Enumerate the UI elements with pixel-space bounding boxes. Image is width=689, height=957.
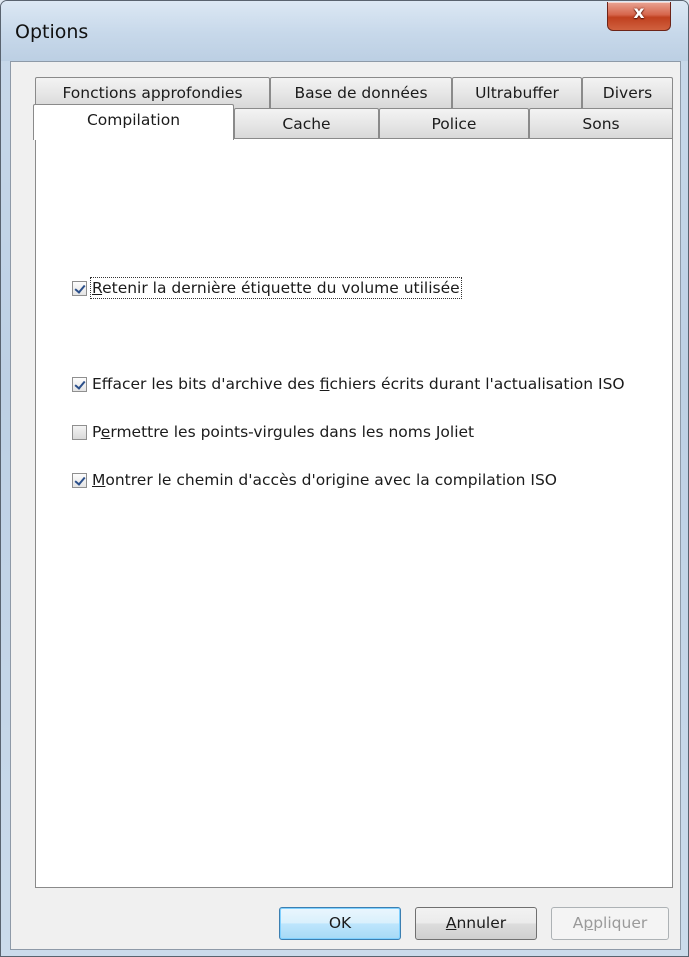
checkbox-effacer-bits-archive[interactable] [72,376,87,392]
dialog-client-area: Fonctions approfondies Base de données U… [10,61,681,950]
option-label: Permettre les points-virgules dans les n… [92,423,475,441]
option-label: Effacer les bits d'archive des fichiers … [92,375,625,393]
tab-sons[interactable]: Sons [529,108,673,140]
tab-compilation[interactable]: Compilation [33,104,234,140]
tab-divers[interactable]: Divers [582,77,673,109]
tab-cache[interactable]: Cache [234,108,379,140]
title-bar[interactable]: Options x [1,1,688,61]
option-retenir-etiquette[interactable]: Retenir la dernière étiquette du volume … [72,277,462,299]
ok-button[interactable]: OK [279,907,401,940]
appliquer-button[interactable]: Appliquer [551,907,669,940]
checkbox-points-virgules-joliet[interactable] [72,424,87,440]
option-label: Montrer le chemin d'accès d'origine avec… [92,471,557,489]
options-dialog: Options x Fonctions approfondies Base de… [0,0,689,957]
checkbox-chemin-origine[interactable] [72,472,87,488]
window-title: Options [15,21,89,43]
tab-ultrabuffer[interactable]: Ultrabuffer [452,77,582,109]
compilation-panel: Retenir la dernière étiquette du volume … [35,138,673,888]
close-icon: x [633,3,645,23]
option-chemin-origine[interactable]: Montrer le chemin d'accès d'origine avec… [72,469,557,491]
option-label: Retenir la dernière étiquette du volume … [90,277,462,299]
tab-police[interactable]: Police [379,108,529,140]
checkbox-retenir-etiquette[interactable] [72,280,87,296]
tab-base-de-donnees[interactable]: Base de données [270,77,452,109]
close-button[interactable]: x [607,2,671,31]
option-points-virgules-joliet[interactable]: Permettre les points-virgules dans les n… [72,421,474,443]
option-effacer-bits-archive[interactable]: Effacer les bits d'archive des fichiers … [72,373,625,395]
annuler-button[interactable]: Annuler [415,907,537,940]
